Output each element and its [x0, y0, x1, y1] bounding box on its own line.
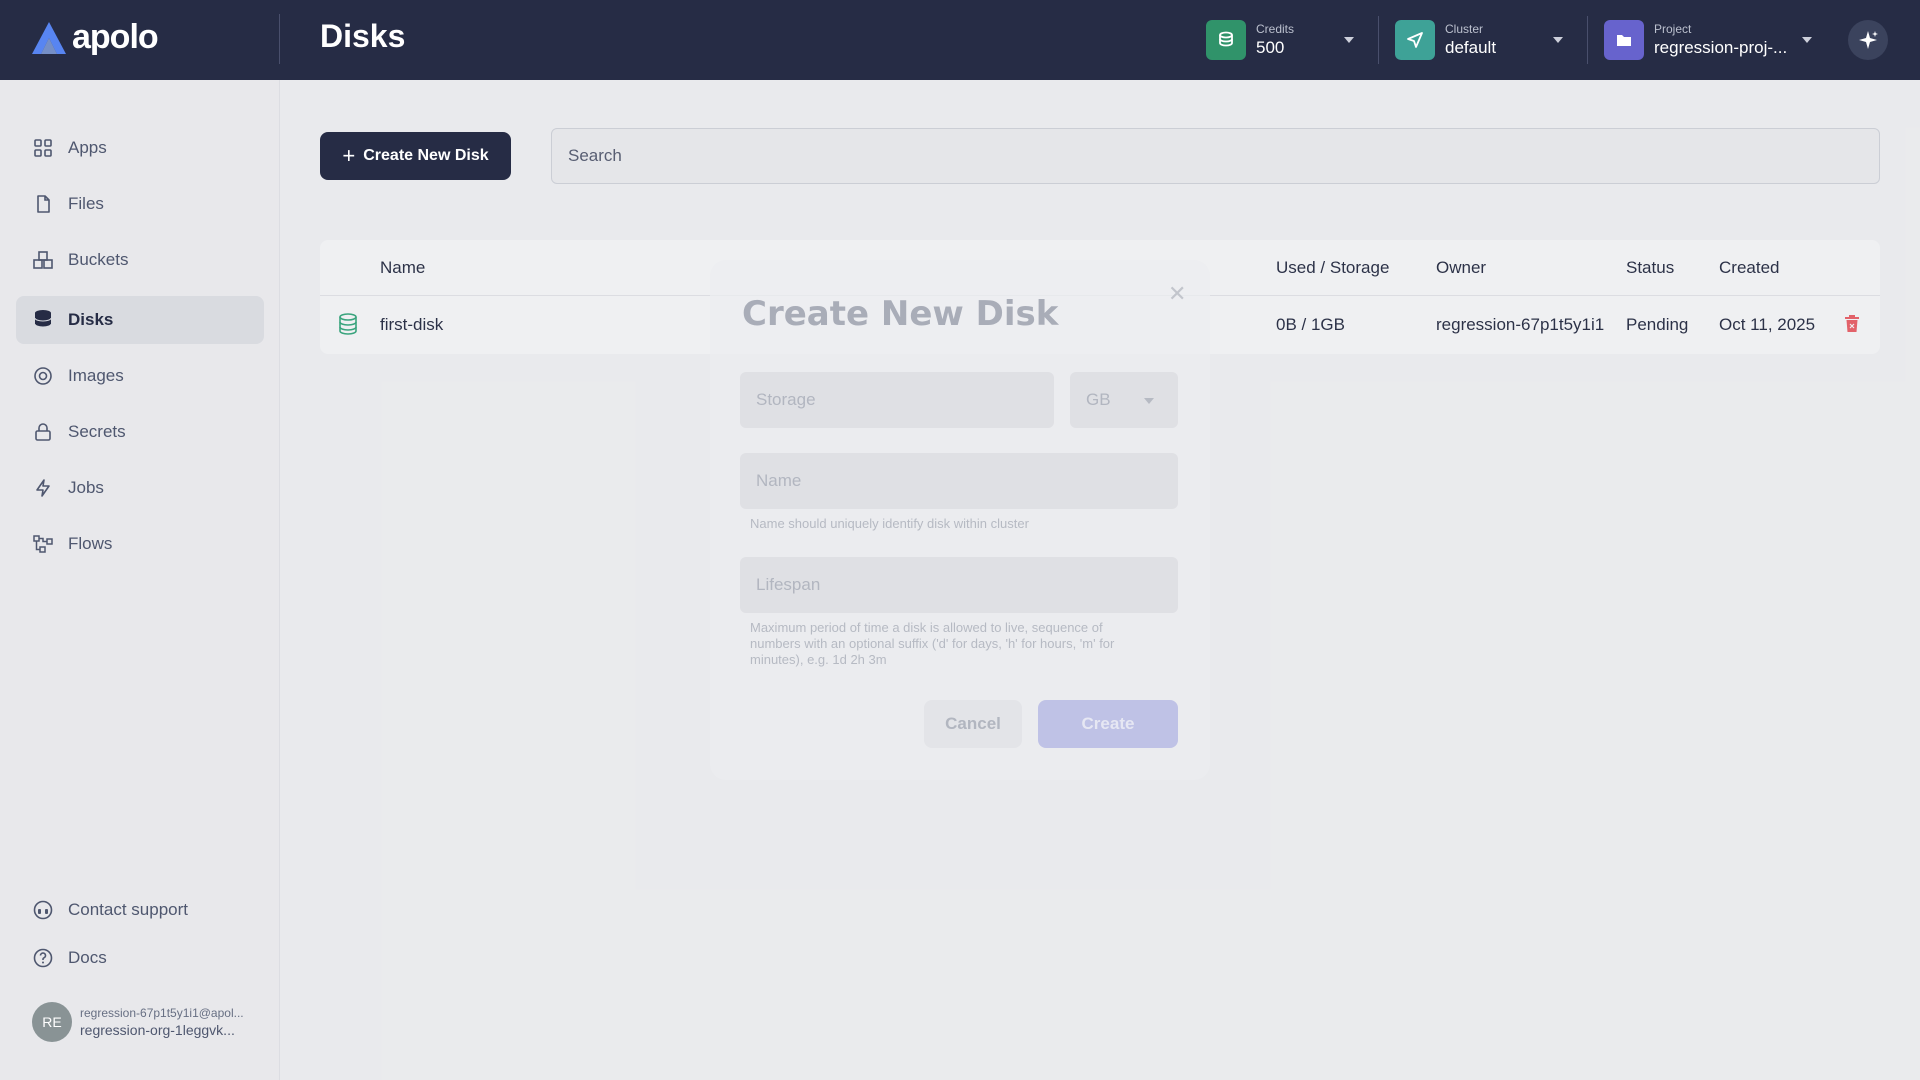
cluster-label: Cluster	[1445, 22, 1484, 36]
name-placeholder: Name	[756, 471, 802, 490]
sidebar: Apps Files Buckets Disks Images Secrets …	[0, 80, 280, 1080]
credits-selector[interactable]: Credits 500	[1206, 19, 1294, 61]
page-title: Disks	[320, 18, 406, 54]
help-circle-icon	[32, 947, 54, 969]
user-email: regression-67p1t5y1i1@apol...	[80, 1006, 244, 1020]
chevron-down-icon	[1144, 398, 1154, 404]
sidebar-item-contact-support[interactable]: Contact support	[16, 886, 264, 934]
create-button[interactable]: Create	[1038, 700, 1178, 748]
disk-created: Oct 11, 2025	[1719, 315, 1816, 334]
ai-assistant-button[interactable]	[1848, 20, 1888, 60]
storage-input[interactable]: Storage	[740, 372, 1054, 428]
create-new-disk-label: Create New Disk	[363, 147, 489, 164]
sidebar-item-label: Disks	[68, 310, 114, 329]
search-placeholder: Search	[568, 146, 622, 165]
disk-owner: regression-67p1t5y1i1	[1436, 315, 1605, 334]
database-icon	[338, 313, 358, 339]
sidebar-item-label: Contact support	[68, 900, 189, 919]
column-header-name[interactable]: Name	[380, 258, 425, 278]
grid-icon	[32, 137, 54, 159]
name-input[interactable]: Name	[740, 453, 1178, 509]
top-bar: apolo Disks Credits 500 Cluster default …	[0, 0, 1920, 80]
storage-placeholder: Storage	[756, 390, 816, 409]
search-input[interactable]: Search	[551, 128, 1880, 184]
status-badge: Pending	[1626, 315, 1689, 334]
unit-select[interactable]: GB	[1070, 372, 1178, 428]
file-icon	[32, 193, 54, 215]
project-chevron-down-icon[interactable]	[1802, 37, 1812, 43]
disk-name[interactable]: first-disk	[380, 315, 443, 335]
sidebar-item-label: Jobs	[68, 478, 104, 497]
sidebar-item-files[interactable]: Files	[16, 180, 264, 228]
cluster-selector[interactable]: Cluster default	[1395, 19, 1496, 61]
send-icon	[1395, 20, 1435, 60]
sidebar-item-docs[interactable]: Docs	[16, 934, 264, 982]
buckets-icon	[32, 249, 54, 271]
sidebar-item-disks[interactable]: Disks	[16, 296, 264, 344]
user-account[interactable]: RE regression-67p1t5y1i1@apol... regress…	[32, 1000, 272, 1044]
flow-icon	[32, 533, 54, 555]
selector-divider	[1378, 16, 1379, 64]
cancel-button[interactable]: Cancel	[924, 700, 1022, 748]
lifespan-placeholder: Lifespan	[756, 575, 821, 594]
coins-icon	[1206, 20, 1246, 60]
sidebar-item-buckets[interactable]: Buckets	[16, 236, 264, 284]
sidebar-item-secrets[interactable]: Secrets	[16, 408, 264, 456]
cluster-chevron-down-icon[interactable]	[1553, 37, 1563, 43]
topbar-divider	[279, 14, 280, 64]
lifespan-helper-text: numbers with an optional suffix ('d' for…	[750, 636, 1115, 651]
sidebar-item-label: Files	[68, 194, 104, 213]
sidebar-item-flows[interactable]: Flows	[16, 520, 264, 568]
user-org: regression-org-1leggvk...	[80, 1022, 235, 1038]
apolo-logo-icon	[32, 21, 66, 54]
sidebar-item-images[interactable]: Images	[16, 352, 264, 400]
column-header-status[interactable]: Status	[1626, 258, 1674, 278]
project-selector[interactable]: Project regression-proj-...	[1604, 19, 1787, 61]
image-disc-icon	[32, 365, 54, 387]
credits-value: 500	[1256, 38, 1285, 57]
dialog-title: Create New Disk	[742, 294, 1059, 334]
close-icon[interactable]: ✕	[1168, 282, 1186, 307]
selector-divider	[1587, 16, 1588, 64]
sidebar-item-label: Flows	[68, 534, 113, 553]
plus-icon: +	[342, 143, 356, 168]
column-header-created[interactable]: Created	[1719, 258, 1779, 278]
lightning-icon	[32, 477, 54, 499]
apolo-logo[interactable]: apolo	[30, 18, 159, 57]
cluster-value: default	[1445, 38, 1497, 57]
sidebar-item-label: Images	[68, 366, 124, 385]
sidebar-item-label: Buckets	[68, 250, 129, 269]
project-value: regression-proj-...	[1654, 38, 1788, 57]
project-label: Project	[1654, 22, 1692, 36]
lifespan-helper-text: minutes), e.g. 1d 2h 3m	[750, 652, 887, 667]
sidebar-item-label: Docs	[68, 948, 107, 967]
sparkle-icon	[1859, 31, 1878, 49]
name-helper-text: Name should uniquely identify disk withi…	[750, 516, 1029, 531]
credits-chevron-down-icon[interactable]	[1344, 37, 1354, 43]
avatar: RE	[32, 1002, 72, 1042]
headset-icon	[32, 899, 54, 921]
trash-icon[interactable]	[1844, 315, 1860, 337]
lifespan-input[interactable]: Lifespan	[740, 557, 1178, 613]
create-disk-dialog: ✕ Create New Disk Storage GB Name Name s…	[710, 260, 1210, 780]
sidebar-item-label: Apps	[68, 138, 107, 157]
create-new-disk-button[interactable]: + Create New Disk	[320, 132, 511, 180]
column-header-usage[interactable]: Used / Storage	[1276, 258, 1389, 278]
lifespan-helper-text: Maximum period of time a disk is allowed…	[750, 620, 1103, 635]
sidebar-item-apps[interactable]: Apps	[16, 124, 264, 172]
unit-value: GB	[1086, 390, 1111, 409]
credits-label: Credits	[1256, 22, 1295, 36]
logo-text: apolo	[72, 18, 159, 56]
folder-icon	[1604, 20, 1644, 60]
database-icon	[32, 309, 54, 331]
column-header-owner[interactable]: Owner	[1436, 258, 1486, 278]
lock-icon	[32, 421, 54, 443]
sidebar-item-jobs[interactable]: Jobs	[16, 464, 264, 512]
sidebar-item-label: Secrets	[68, 422, 126, 441]
disk-usage: 0B / 1GB	[1276, 315, 1345, 334]
